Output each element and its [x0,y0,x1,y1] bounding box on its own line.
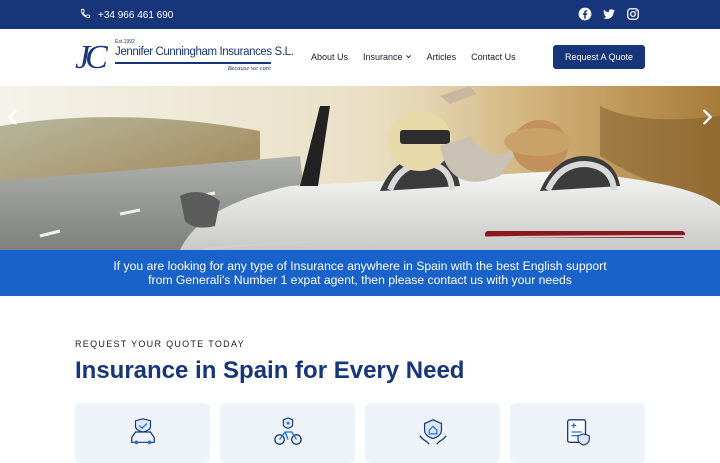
quote-section: REQUEST YOUR QUOTE TODAY Insurance in Sp… [75,339,645,385]
info-banner: If you are looking for any type of Insur… [0,250,720,296]
phone-number: +34 966 461 690 [98,9,174,21]
insurance-cards [75,403,645,463]
phone-icon [80,8,91,22]
document-insurance-icon [563,417,593,447]
chevron-right-icon[interactable] [698,108,716,131]
twitter-icon[interactable] [602,7,616,21]
hero-image [0,86,720,250]
logo-company-name: Jennifer Cunningham Insurances S.L. [115,46,294,58]
chevron-down-icon [405,52,412,62]
nav-articles[interactable]: Articles [427,52,457,62]
car-insurance-icon [128,417,158,447]
section-eyebrow: REQUEST YOUR QUOTE TODAY [75,339,245,349]
section-heading: Insurance in Spain for Every Need [75,357,465,384]
logo-tagline: Because we care [227,65,271,72]
logo-established: Est.1992 [115,39,135,45]
chevron-left-icon[interactable] [4,108,22,131]
site-header: JC Est.1992 Jennifer Cunningham Insuranc… [0,29,720,86]
card-document-insurance[interactable] [510,403,645,463]
banner-line-1: If you are looking for any type of Insur… [113,259,607,273]
banner-line-2: from Generali's Number 1 expat agent, th… [148,272,572,287]
hero-slider [0,86,720,250]
social-links [578,7,640,21]
home-protection-icon [418,417,448,447]
card-home-protection[interactable] [365,403,500,463]
card-motorbike-insurance[interactable] [220,403,355,463]
nav-contact-us[interactable]: Contact Us [471,52,516,62]
motorbike-insurance-icon [273,417,303,447]
main-nav: About Us Insurance Articles Contact Us [311,52,516,62]
logo-monogram: JC [75,39,108,76]
request-quote-button[interactable]: Request A Quote [553,45,645,69]
instagram-icon[interactable] [626,7,640,21]
top-bar: +34 966 461 690 [0,0,720,29]
card-car-insurance[interactable] [75,403,210,463]
phone-contact[interactable]: +34 966 461 690 [80,8,173,22]
company-logo[interactable]: JC Est.1992 Jennifer Cunningham Insuranc… [75,38,294,78]
nav-about-us[interactable]: About Us [311,52,348,62]
facebook-icon[interactable] [578,7,592,21]
nav-insurance[interactable]: Insurance [363,52,412,62]
logo-underline [115,62,271,64]
